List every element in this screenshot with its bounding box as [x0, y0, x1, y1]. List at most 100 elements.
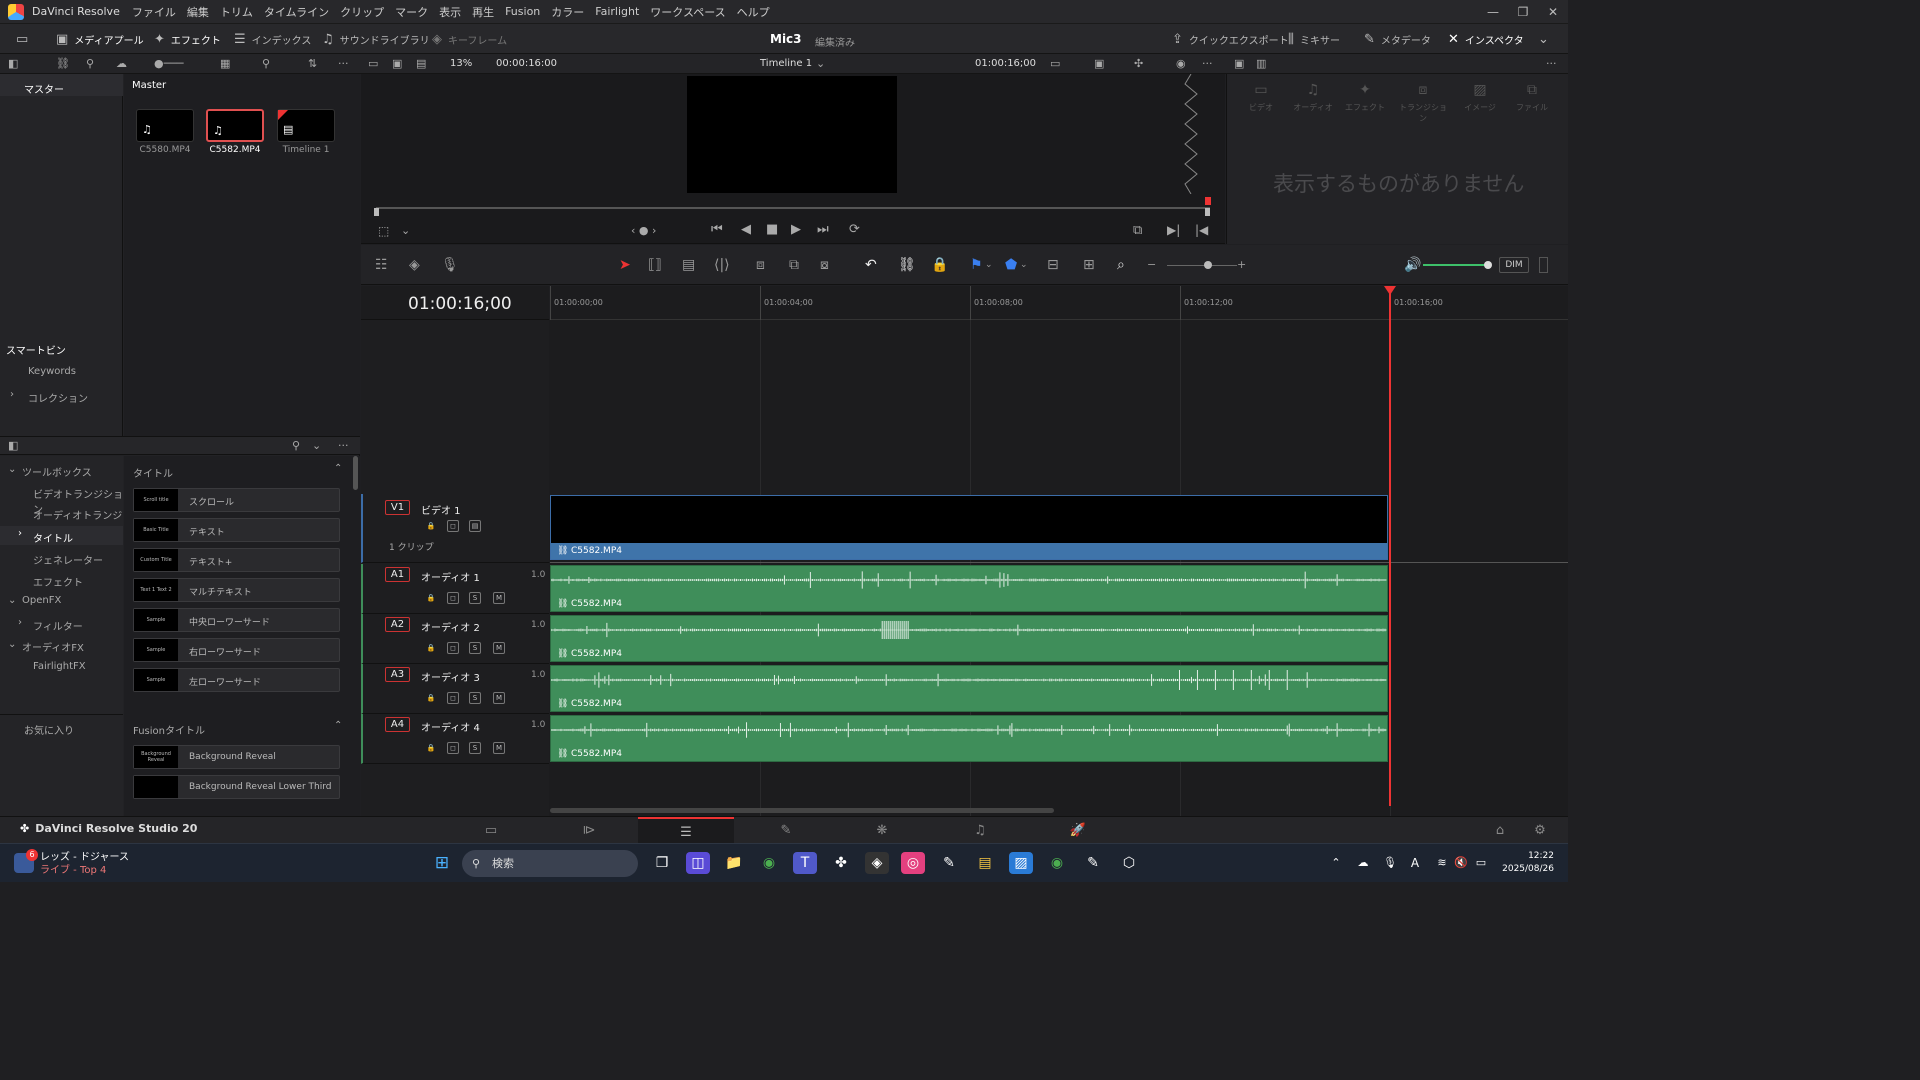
track-header-a4[interactable]: A4 オーディオ 4 1.0 🔒 ◻ S M — [361, 714, 549, 764]
tree-filters[interactable]: フィルター — [33, 618, 83, 633]
inspector-button[interactable]: ✕ インスペクタ — [1448, 24, 1524, 54]
menu-workspace[interactable]: ワークスペース — [650, 4, 725, 20]
track-name[interactable]: オーディオ 3 — [421, 669, 480, 684]
voiceover-mic-icon[interactable]: 🎙 — [441, 257, 459, 273]
page-deliver-icon[interactable]: 🚀 — [1030, 817, 1126, 844]
copilot-icon[interactable]: ◫ — [686, 852, 710, 874]
app-pink-icon[interactable]: ◎ — [901, 852, 925, 874]
position-lock-icon[interactable]: 🔒 — [931, 257, 948, 273]
menu-clip[interactable]: クリップ — [340, 4, 384, 20]
timeline-timecode[interactable]: 01:00:16;00 — [975, 54, 1036, 74]
timeline-view-options-icon[interactable]: ☷ — [375, 257, 388, 273]
effect-item-title[interactable]: Sample 右ローワーサード — [133, 638, 340, 662]
mark-in-icon[interactable]: |◀ — [1195, 223, 1208, 237]
app-cat-icon[interactable]: ✎ — [937, 852, 961, 874]
stop-icon[interactable]: ■ — [766, 222, 778, 237]
crop-icon[interactable]: ⬚ — [378, 224, 389, 238]
go-to-start-icon[interactable]: ⏮ — [711, 222, 723, 237]
scrub-start-marker[interactable] — [374, 208, 379, 216]
go-to-end-icon[interactable]: ⏭ — [817, 222, 829, 237]
cloud-icon[interactable]: ☁ — [116, 57, 127, 70]
chrome-icon[interactable]: ◉ — [757, 852, 781, 874]
mixer-button[interactable]: ⫼ ミキサー — [1288, 24, 1340, 54]
timeline-dropdown-chevron-icon[interactable]: ⌄ — [816, 57, 825, 70]
track-volume[interactable]: 1.0 — [531, 570, 545, 580]
tree-openfx[interactable]: OpenFX — [22, 595, 61, 606]
index-button[interactable]: ☰ インデックス — [234, 24, 311, 54]
tree-titles[interactable]: タイトル — [33, 530, 73, 545]
overwrite-clip-icon[interactable]: ⧉ — [789, 257, 799, 273]
keyframe-button[interactable]: ◈ キーフレーム — [432, 24, 507, 54]
minimize-icon[interactable]: — — [1478, 0, 1508, 24]
tree-effects[interactable]: エフェクト — [33, 574, 83, 589]
track-name[interactable]: オーディオ 1 — [421, 569, 480, 584]
expand-toolbar-button[interactable]: ⌄ — [1538, 24, 1555, 54]
task-view-icon[interactable]: ❐ — [650, 852, 674, 874]
effect-item-title[interactable]: Text 1 Text 2 マルチテキスト — [133, 578, 340, 602]
more-options-icon[interactable]: ··· — [338, 439, 349, 452]
expand-chevron-icon[interactable]: ⌄ — [8, 639, 16, 650]
volume-slider-knob[interactable] — [1484, 261, 1492, 269]
collapse-chevron-icon[interactable]: › — [10, 389, 14, 400]
news-widget[interactable]: レッズ - ドジャース ライブ - Top 4 — [40, 851, 129, 877]
timeline-selector[interactable]: Timeline 1 — [760, 54, 812, 74]
expand-chevron-icon[interactable]: ⌄ — [8, 595, 16, 606]
timeline-ruler[interactable]: 01:00:00;00 01:00:04;00 01:00:08;00 01:0… — [550, 286, 1568, 320]
match-frame-icon[interactable]: ⧉ — [1133, 223, 1142, 238]
auto-select-icon[interactable]: ◻ — [447, 520, 459, 532]
zoom-full-icon[interactable]: ⊟ — [1047, 257, 1059, 273]
viewer-mode-icon[interactable]: ▭ — [368, 57, 378, 70]
collapse-chevron-icon[interactable]: › — [18, 617, 22, 628]
mark-out-icon[interactable]: ▶| — [1167, 223, 1180, 237]
timeline-timecode-large[interactable]: 01:00:16;00 — [408, 294, 512, 314]
play-icon[interactable]: ▶ — [791, 222, 801, 237]
davinci-resolve-icon[interactable]: ◈ — [865, 852, 889, 874]
metadata-button[interactable]: ✎ メタデータ — [1364, 24, 1431, 54]
expand-chevron-icon[interactable]: ⌄ — [8, 464, 16, 475]
page-media-icon[interactable]: ▭ — [443, 817, 539, 844]
tree-toolbox[interactable]: ツールボックス — [22, 464, 92, 479]
menu-help[interactable]: ヘルプ — [737, 4, 770, 20]
sort-icon[interactable]: ⇅ — [308, 57, 317, 70]
media-clip-c5580[interactable]: ♫ — [136, 109, 194, 142]
track-header-v1[interactable]: V1 ビデオ 1 🔒 ◻ ▤ 1 クリップ — [361, 494, 549, 563]
zoom-in-icon[interactable]: + — [1237, 258, 1246, 271]
chevron-down-icon[interactable]: ⌄ — [985, 260, 993, 270]
solo-button[interactable]: S — [469, 742, 481, 754]
menu-file[interactable]: ファイル — [132, 4, 176, 20]
trim-edit-icon[interactable]: ⟦⟧ — [648, 257, 662, 273]
insert-clip-icon[interactable]: ⧈ — [756, 257, 765, 273]
mute-button[interactable]: M — [493, 692, 505, 704]
filter-icon[interactable]: ⚲ — [86, 57, 94, 70]
chevron-down-icon[interactable]: ⌄ — [401, 224, 410, 237]
solo-button[interactable]: S — [469, 642, 481, 654]
track-enable-icon[interactable]: ▤ — [469, 520, 481, 532]
wifi-icon[interactable]: ≋ — [1433, 852, 1451, 874]
inspector-tab-file[interactable]: ⧉ ファイル — [1512, 82, 1552, 113]
menu-edit[interactable]: 編集 — [187, 4, 209, 20]
panel-toggle-icon[interactable]: ◧ — [8, 439, 18, 452]
source-timecode[interactable]: 00:00:16:00 — [496, 54, 557, 74]
microphone-icon[interactable]: 🎙 — [1381, 852, 1399, 874]
link-icon[interactable]: ⛓ — [56, 57, 70, 70]
page-cut-icon[interactable]: ⧐ — [541, 817, 637, 844]
collapse-chevron-icon[interactable]: › — [18, 528, 22, 539]
track-header-a3[interactable]: A3 オーディオ 3 1.0 🔒 ◻ S M — [361, 664, 549, 714]
taskbar-search[interactable]: ⚲ 検索 — [462, 850, 638, 877]
menu-timeline[interactable]: タイムライン — [264, 4, 329, 20]
inspector-tab-effects[interactable]: ✦ エフェクト — [1345, 82, 1385, 113]
menu-playback[interactable]: 再生 — [472, 4, 494, 20]
effect-item-title[interactable]: Scroll title スクロール — [133, 488, 340, 512]
clip-view-icon[interactable]: ▭ — [1050, 57, 1060, 70]
dynamic-trim-icon[interactable]: ▤ — [682, 257, 695, 273]
track-volume[interactable]: 1.0 — [531, 670, 545, 680]
track-name[interactable]: オーディオ 2 — [421, 619, 480, 634]
scrub-playhead-marker[interactable] — [1205, 197, 1211, 205]
menu-view[interactable]: 表示 — [439, 4, 461, 20]
inspector-more-icon[interactable]: ··· — [1546, 57, 1557, 70]
quick-export-button[interactable]: ⇪ クイックエクスポート — [1172, 24, 1289, 54]
loop-icon[interactable]: ⟳ — [849, 222, 860, 237]
effects-button[interactable]: ✦ エフェクト — [154, 24, 221, 54]
mute-button[interactable]: M — [493, 592, 505, 604]
track-header-a2[interactable]: A2 オーディオ 2 1.0 🔒 ◻ S M — [361, 614, 549, 664]
